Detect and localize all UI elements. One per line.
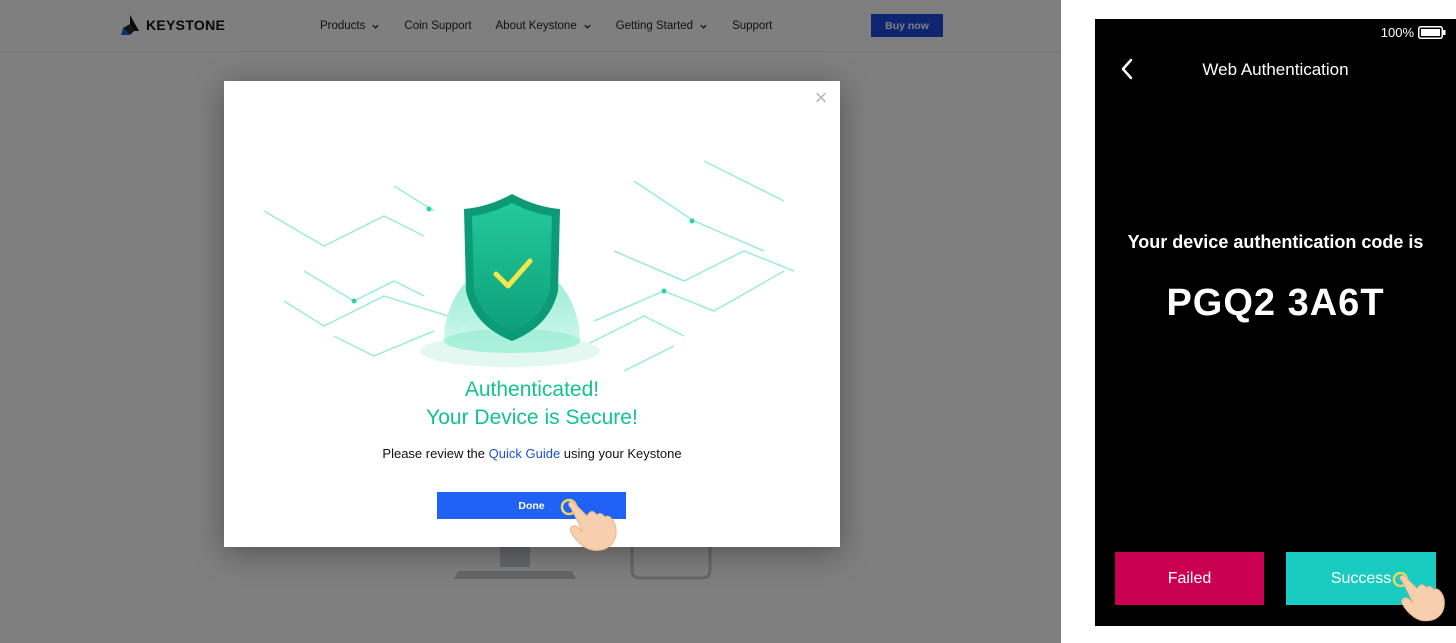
review-guide-text: Please review the Quick Guide using your… (224, 446, 840, 461)
device-screen: 100% Web Authentication Your device auth… (1095, 19, 1456, 626)
status-bar: 100% (1381, 25, 1446, 40)
success-heading: Authenticated! Your Device is Secure! (224, 376, 840, 432)
screen: KEYSTONE ProductsCoin SupportAbout Keyst… (0, 0, 1456, 643)
hand-pointer-icon (1392, 572, 1445, 622)
screen-title: Web Authentication (1202, 60, 1349, 79)
success-title-line-1: Authenticated! (464, 378, 600, 401)
quick-guide-link[interactable]: Quick Guide (489, 446, 561, 461)
battery-icon (1418, 26, 1446, 39)
desc-prefix: Please review the (382, 446, 489, 461)
authentication-success-dialog: × Authenticated! Your Device is Secure! … (224, 81, 840, 551)
battery-percentage: 100% (1380, 25, 1414, 40)
hand-pointer-icon (560, 498, 617, 551)
auth-code-value: PGQ2 3A6T (1166, 282, 1385, 324)
website-panel: KEYSTONE ProductsCoin SupportAbout Keyst… (0, 0, 1061, 643)
desc-suffix: using your Keystone (560, 446, 682, 461)
failed-button[interactable]: Failed (1115, 552, 1264, 605)
auth-code-label: Your device authentication code is (1127, 232, 1424, 252)
success-title-line-2: Your Device is Secure! (426, 406, 638, 429)
shield-illustration (264, 160, 795, 372)
close-icon[interactable]: × (812, 87, 830, 109)
